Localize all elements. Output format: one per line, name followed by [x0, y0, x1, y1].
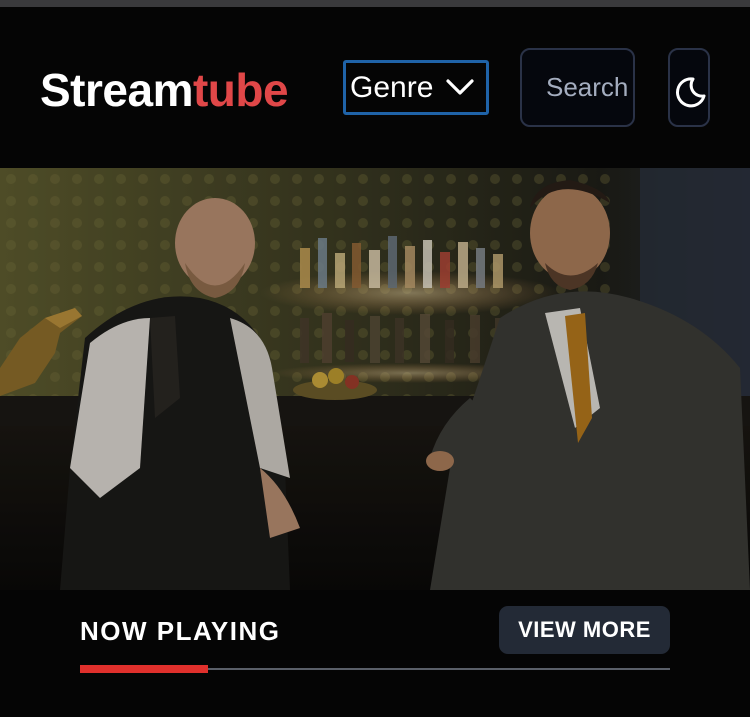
- logo-text-tube: tube: [192, 64, 289, 116]
- top-strip: [0, 0, 750, 7]
- moon-icon: [676, 77, 706, 108]
- search-box[interactable]: [520, 48, 635, 127]
- hero-banner-image[interactable]: [0, 168, 750, 590]
- site-header: Streamtube Genre: [0, 7, 750, 168]
- chevron-down-icon: [446, 79, 474, 95]
- section-title: NOW PLAYING: [80, 616, 281, 646]
- search-input[interactable]: [522, 50, 633, 125]
- genre-dropdown-label: Genre: [350, 70, 434, 104]
- theme-toggle-button[interactable]: [668, 48, 710, 127]
- view-more-button[interactable]: VIEW MORE: [499, 606, 670, 654]
- hero-scene-illustration: [0, 168, 750, 590]
- logo-text-stream: Stream: [40, 64, 193, 116]
- genre-dropdown[interactable]: Genre: [343, 60, 489, 115]
- carousel-progress-fill: [80, 665, 208, 673]
- streamtube-logo[interactable]: Streamtube: [40, 63, 289, 117]
- now-playing-section: NOW PLAYING VIEW MORE: [0, 590, 750, 717]
